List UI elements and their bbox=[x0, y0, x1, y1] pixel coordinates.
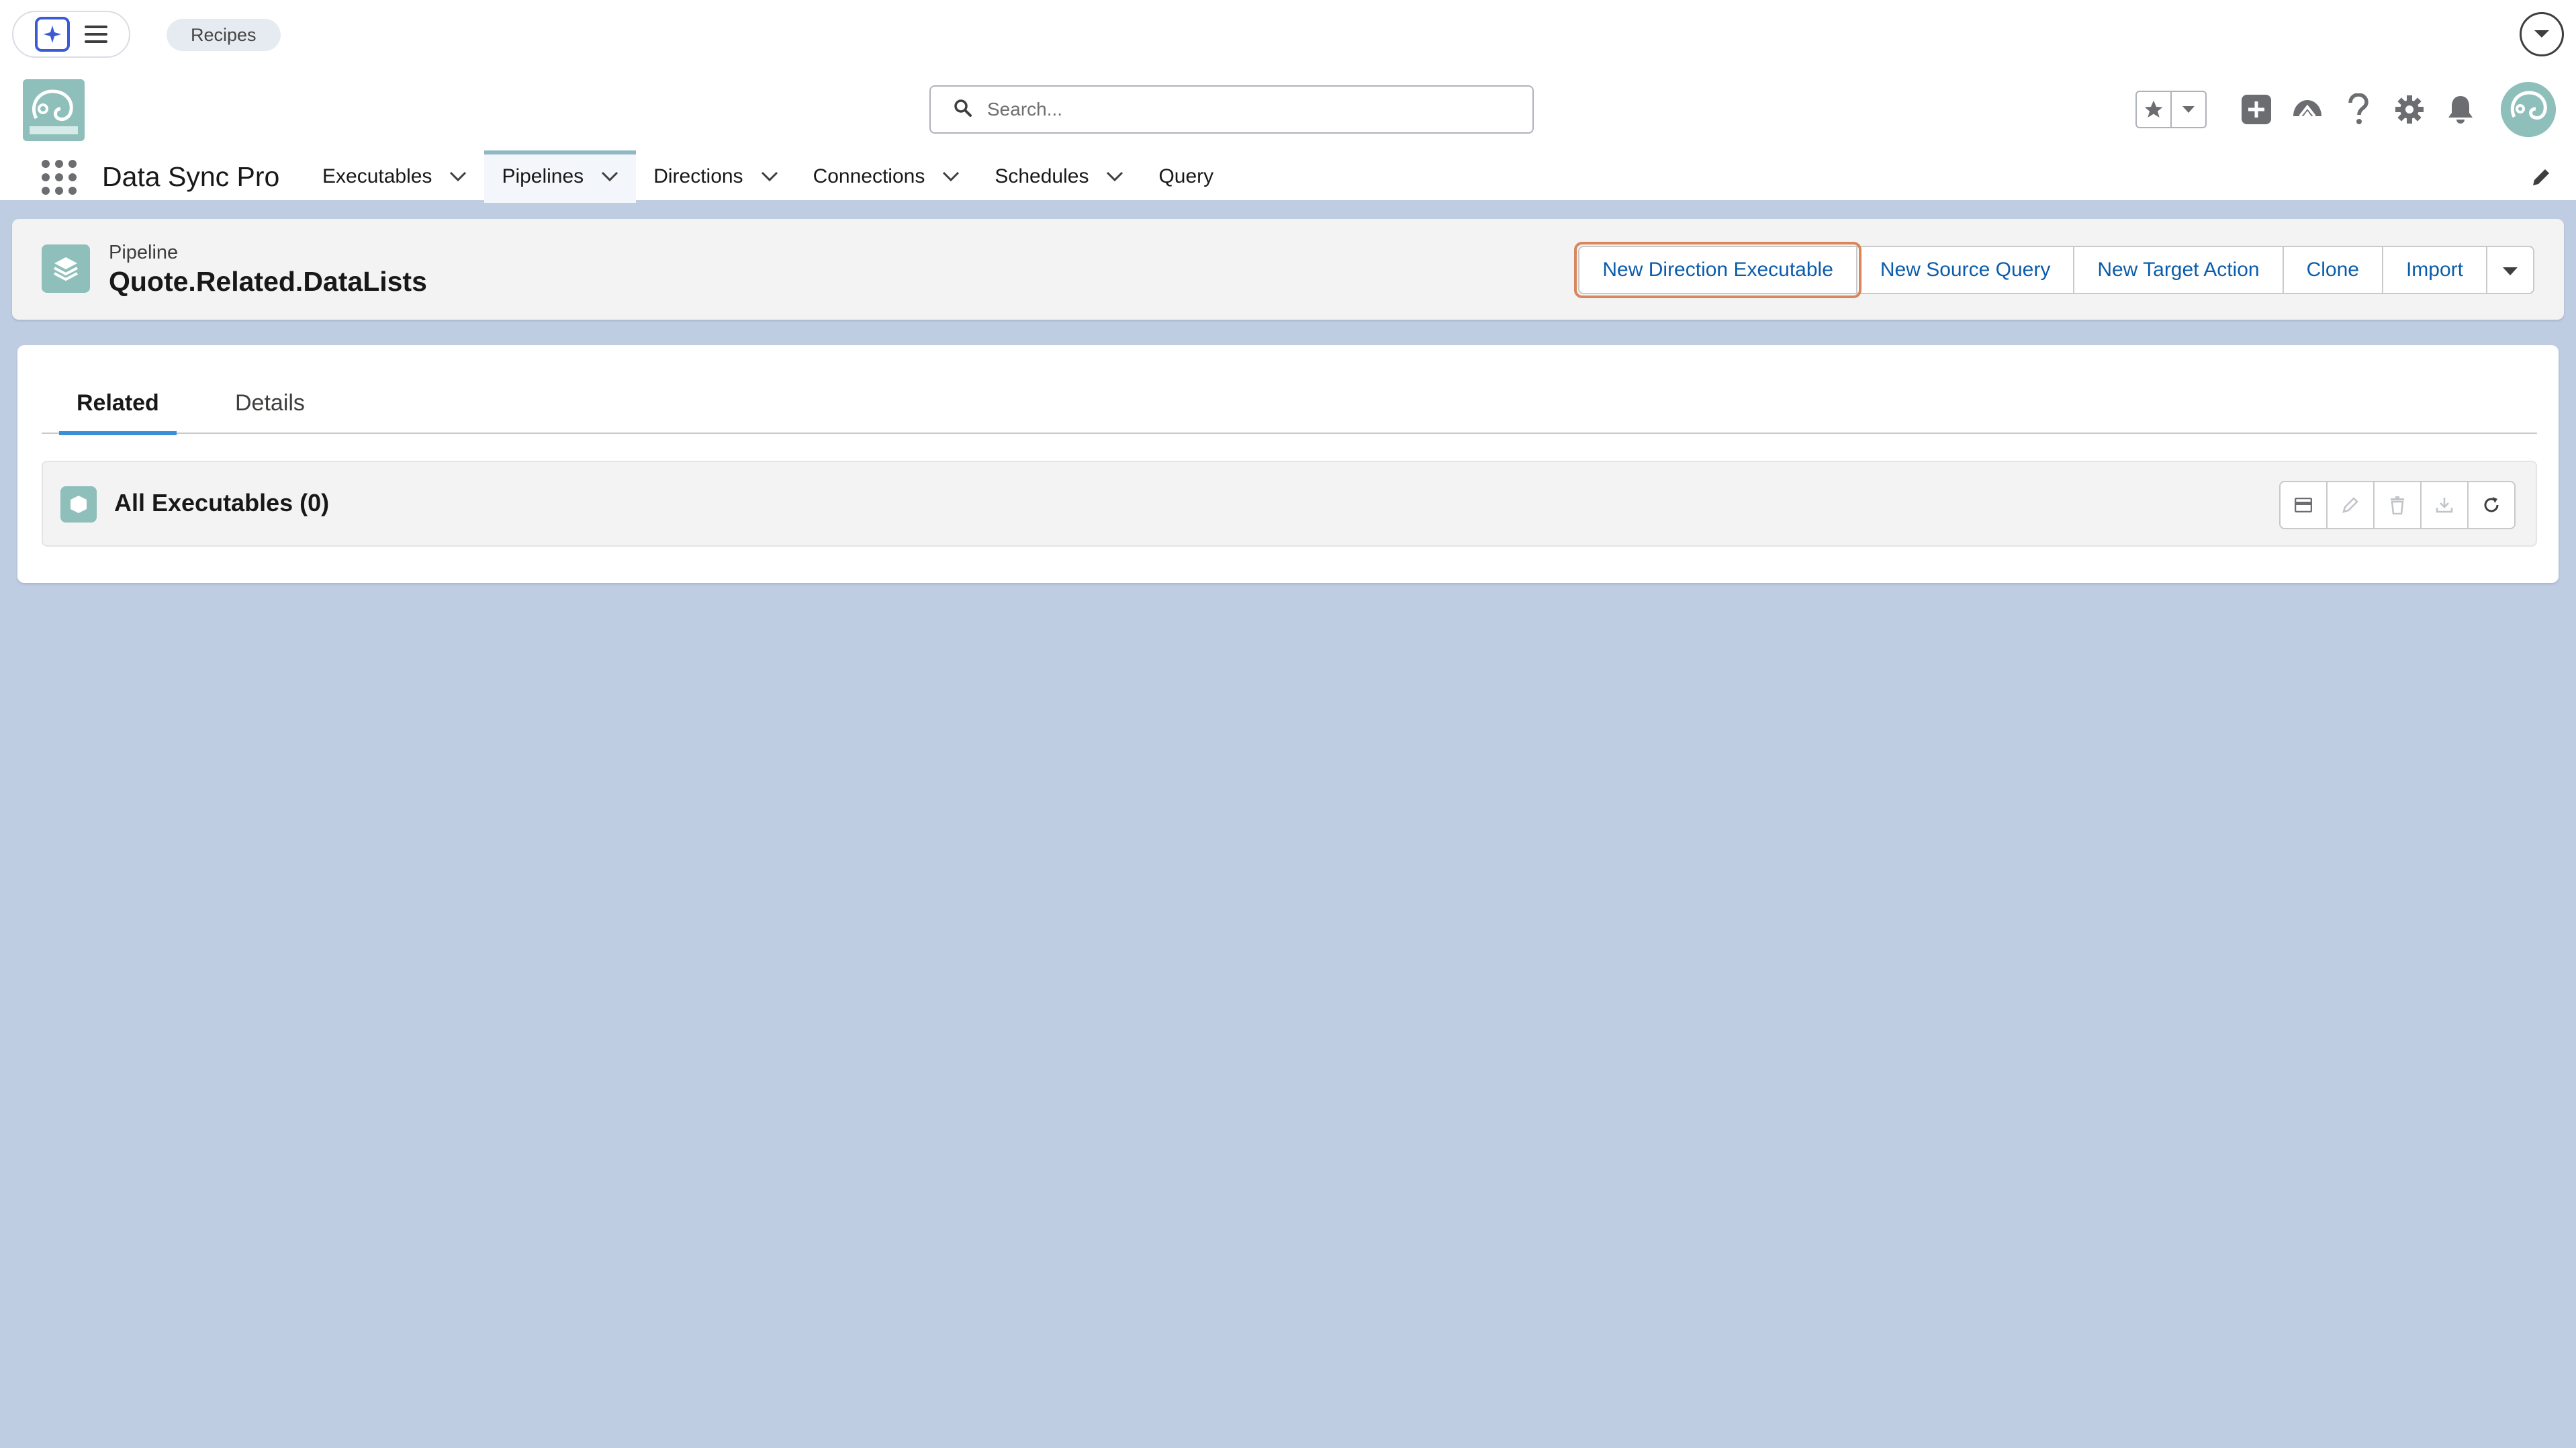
search-input[interactable] bbox=[987, 99, 1498, 120]
nav-item-query[interactable]: Query bbox=[1141, 150, 1231, 203]
record-actions: New Direction Executable New Source Quer… bbox=[1574, 242, 2534, 298]
related-list-all-executables: All Executables (0) bbox=[42, 461, 2537, 547]
executable-cube-icon bbox=[60, 486, 97, 523]
recipes-pill[interactable]: Recipes bbox=[167, 19, 281, 51]
global-header bbox=[0, 69, 2576, 150]
nav-items: Executables Pipelines Directions Connect… bbox=[305, 150, 1231, 203]
related-list-title[interactable]: All Executables (0) bbox=[114, 489, 329, 517]
gear-icon[interactable] bbox=[2384, 84, 2435, 135]
download-icon[interactable] bbox=[2420, 481, 2469, 529]
record-body-card: Related Details All Executables (0) bbox=[17, 345, 2559, 583]
global-search[interactable] bbox=[929, 85, 1534, 134]
user-avatar[interactable] bbox=[2501, 82, 2556, 137]
nav-item-directions[interactable]: Directions bbox=[636, 150, 795, 203]
refresh-icon[interactable] bbox=[2467, 481, 2516, 529]
new-target-action-button[interactable]: New Target Action bbox=[2073, 246, 2284, 294]
help-icon[interactable] bbox=[2333, 84, 2384, 135]
related-list-actions bbox=[2279, 481, 2516, 529]
app-navigation-bar: Data Sync Pro Executables Pipelines Dire… bbox=[0, 150, 2576, 203]
import-button[interactable]: Import bbox=[2381, 246, 2487, 294]
delete-trash-icon[interactable] bbox=[2373, 481, 2422, 529]
nav-item-label: Query bbox=[1158, 165, 1214, 187]
chevron-down-icon[interactable] bbox=[942, 171, 960, 182]
tab-details[interactable]: Details bbox=[235, 372, 305, 434]
app-name: Data Sync Pro bbox=[102, 161, 280, 192]
chevron-down-icon bbox=[2502, 259, 2518, 281]
agent-sparkle-icon[interactable] bbox=[35, 17, 70, 52]
nav-item-label: Directions bbox=[653, 165, 743, 187]
record-object-type: Pipeline bbox=[109, 242, 179, 263]
search-icon bbox=[954, 99, 972, 121]
utility-bar: Recipes bbox=[0, 0, 2576, 69]
nav-item-label: Pipelines bbox=[502, 165, 584, 187]
tab-related[interactable]: Related bbox=[59, 372, 177, 435]
record-title: Quote.Related.DataLists bbox=[109, 266, 427, 297]
favorites-dropdown-icon[interactable] bbox=[2170, 92, 2205, 127]
new-direction-executable-button[interactable]: New Direction Executable bbox=[1574, 242, 1861, 298]
app-logo bbox=[23, 79, 85, 141]
menu-icon[interactable] bbox=[85, 26, 107, 43]
nav-item-connections[interactable]: Connections bbox=[796, 150, 978, 203]
pipeline-layers-icon bbox=[42, 244, 90, 293]
more-actions-button[interactable] bbox=[2486, 246, 2534, 294]
edit-pencil-icon[interactable] bbox=[2326, 481, 2375, 529]
show-panel-icon[interactable] bbox=[2279, 481, 2328, 529]
clone-button[interactable]: Clone bbox=[2282, 246, 2383, 294]
global-actions-plus-icon[interactable] bbox=[2231, 84, 2282, 135]
agent-launcher[interactable] bbox=[12, 11, 130, 58]
star-icon[interactable] bbox=[2137, 92, 2170, 127]
edit-nav-pencil-icon[interactable] bbox=[2529, 165, 2553, 189]
record-tabs: Related Details bbox=[42, 372, 2537, 435]
nav-item-pipelines[interactable]: Pipelines bbox=[484, 150, 637, 203]
favorites-group bbox=[2135, 91, 2207, 128]
nav-item-label: Executables bbox=[322, 165, 432, 187]
record-header: Pipeline Quote.Related.DataLists New Dir… bbox=[12, 219, 2564, 320]
notifications-bell-icon[interactable] bbox=[2435, 84, 2486, 135]
header-icon-bar bbox=[2135, 81, 2556, 138]
nav-item-executables[interactable]: Executables bbox=[305, 150, 484, 203]
app-launcher-icon[interactable] bbox=[42, 160, 77, 195]
trailhead-guidance-icon[interactable] bbox=[2282, 84, 2333, 135]
chevron-down-icon[interactable] bbox=[2520, 12, 2564, 56]
nav-item-label: Connections bbox=[813, 165, 925, 187]
chevron-down-icon[interactable] bbox=[761, 171, 778, 182]
new-source-query-button[interactable]: New Source Query bbox=[1855, 246, 2075, 294]
nav-item-schedules[interactable]: Schedules bbox=[977, 150, 1141, 203]
nav-item-label: Schedules bbox=[995, 165, 1089, 187]
chevron-down-icon[interactable] bbox=[601, 171, 618, 182]
chevron-down-icon[interactable] bbox=[1106, 171, 1123, 182]
chevron-down-icon[interactable] bbox=[449, 171, 467, 182]
